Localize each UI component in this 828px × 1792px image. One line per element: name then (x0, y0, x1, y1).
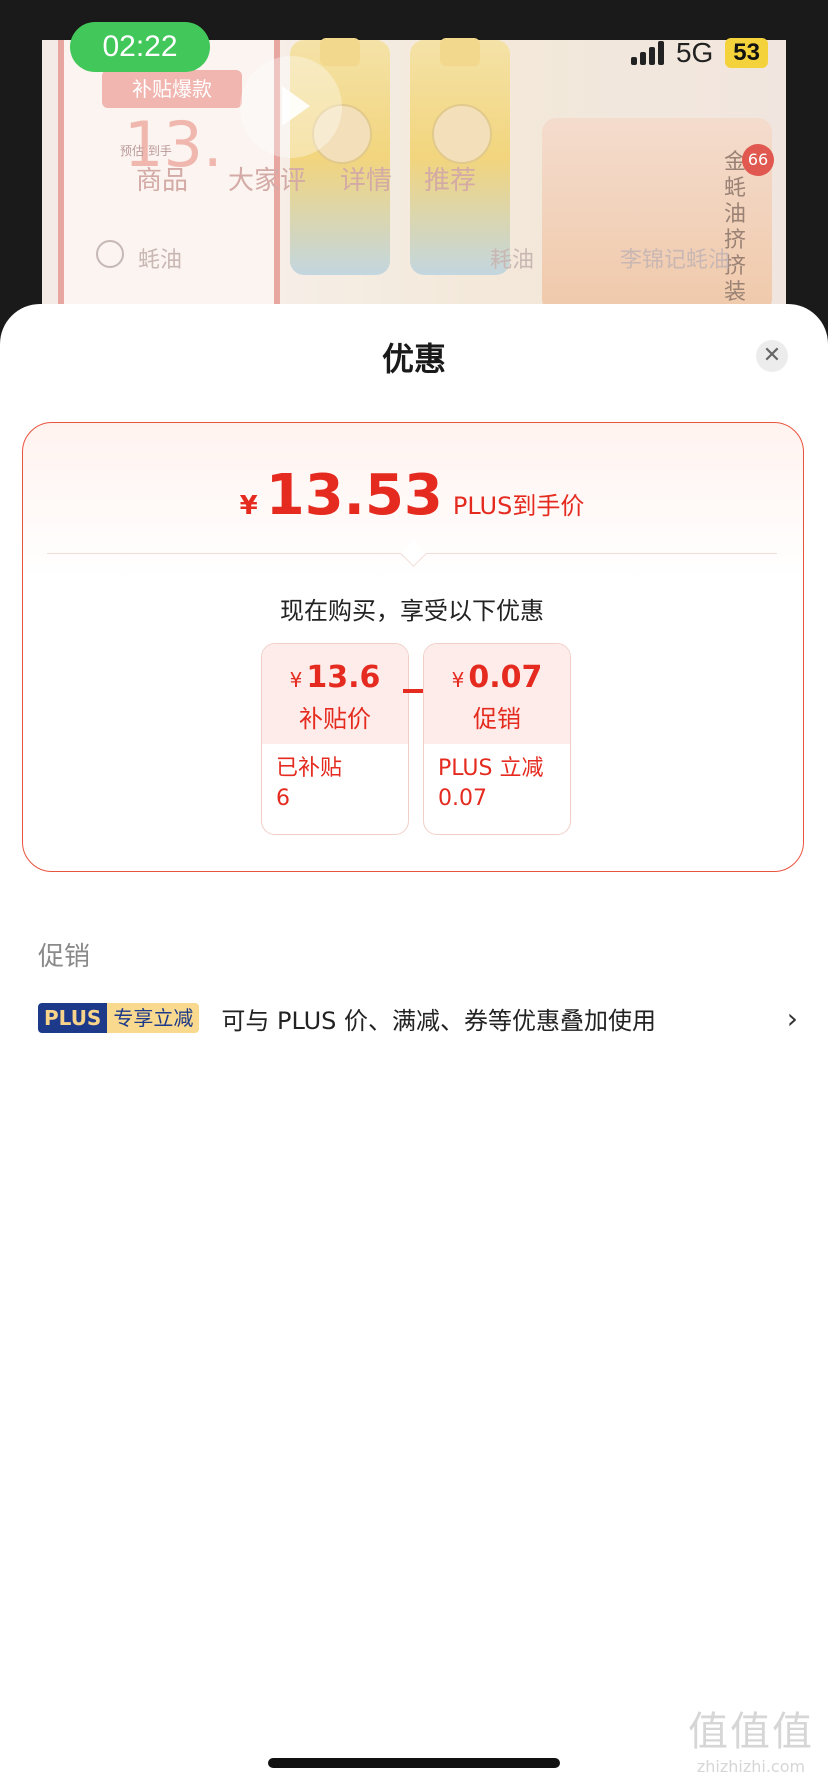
promotion-text: 可与 PLUS 价、满减、券等优惠叠加使用 (221, 1006, 657, 1035)
play-video-icon (240, 56, 342, 158)
background-tag: 耗油 (490, 248, 535, 273)
subsidy-price-box: ¥13.6 补贴价 已补贴 6 (261, 643, 409, 835)
poster-small-text: 预估 到手 (120, 144, 172, 158)
background-tag: 李锦记蚝油 (620, 248, 731, 273)
exclusive-label: 专享立减 (107, 1003, 200, 1033)
price-summary-card: ¥ 13.53 PLUS到手价 现在购买，享受以下优惠 ¥13.6 补贴价 已补… (22, 422, 804, 872)
tab-recommend: 推荐 (424, 166, 477, 196)
background-tag: 蚝油 (138, 248, 183, 273)
close-button[interactable]: ✕ (756, 340, 788, 372)
divider-notch (400, 540, 427, 567)
close-icon: ✕ (762, 343, 782, 368)
network-type: 5G (675, 37, 714, 68)
sheet-title: 优惠 (381, 340, 446, 378)
box-value: 0.07 (468, 660, 543, 695)
status-indicators: 5G 53 (630, 37, 768, 68)
currency-symbol: ¥ (451, 668, 465, 692)
plus-label: PLUS (38, 1003, 108, 1033)
chevron-right-icon: › (786, 1001, 798, 1035)
watermark-site: zhizhizhi.com (696, 1757, 806, 1776)
count-badge: 66 (742, 144, 774, 176)
signal-icon (630, 41, 664, 65)
status-time: 02:22 (70, 22, 210, 72)
promotion-box: ¥0.07 促销 PLUS 立减 0.07 (423, 643, 571, 835)
box-detail: PLUS 立减 (438, 756, 544, 781)
box-label: 促销 (473, 705, 521, 733)
plus-badge: PLUS 专享立减 (38, 1003, 200, 1033)
price-tag: PLUS到手价 (452, 492, 585, 520)
box-label: 补贴价 (299, 705, 371, 733)
buy-caption: 现在购买，享受以下优惠 (280, 597, 544, 625)
discount-sheet: 优惠 ✕ ¥ 13.53 PLUS到手价 现在购买，享受以下优惠 ¥13.6 补… (0, 304, 828, 1792)
poster-badge: 补贴爆款 (102, 70, 242, 108)
box-detail-value: 0.07 (438, 786, 487, 811)
home-indicator[interactable] (268, 1758, 560, 1768)
watermark-logo: 值值值 (688, 1709, 814, 1755)
battery-level: 53 (725, 38, 768, 68)
minus-sign (403, 689, 423, 693)
radio-circle-icon (96, 240, 124, 268)
box-detail-value: 6 (276, 786, 290, 811)
box-detail: 已补贴 (276, 756, 343, 781)
currency-symbol: ¥ (239, 491, 258, 521)
plus-promotion-row[interactable]: PLUS 专享立减 可与 PLUS 价、满减、券等优惠叠加使用 › (38, 998, 798, 1038)
tab-reviews: 大家评 (228, 166, 307, 196)
tab-details: 详情 (340, 166, 393, 196)
product-bottle-image (410, 38, 510, 275)
watermark: 值值值 zhizhizhi.com (686, 1699, 816, 1776)
box-value: 13.6 (306, 660, 381, 695)
tab-goods: 商品 (136, 166, 189, 196)
promotion-section-title: 促销 (38, 942, 91, 972)
currency-symbol: ¥ (289, 668, 303, 692)
price-amount: 13.53 (265, 463, 443, 528)
final-price: ¥ 13.53 PLUS到手价 (23, 463, 801, 528)
